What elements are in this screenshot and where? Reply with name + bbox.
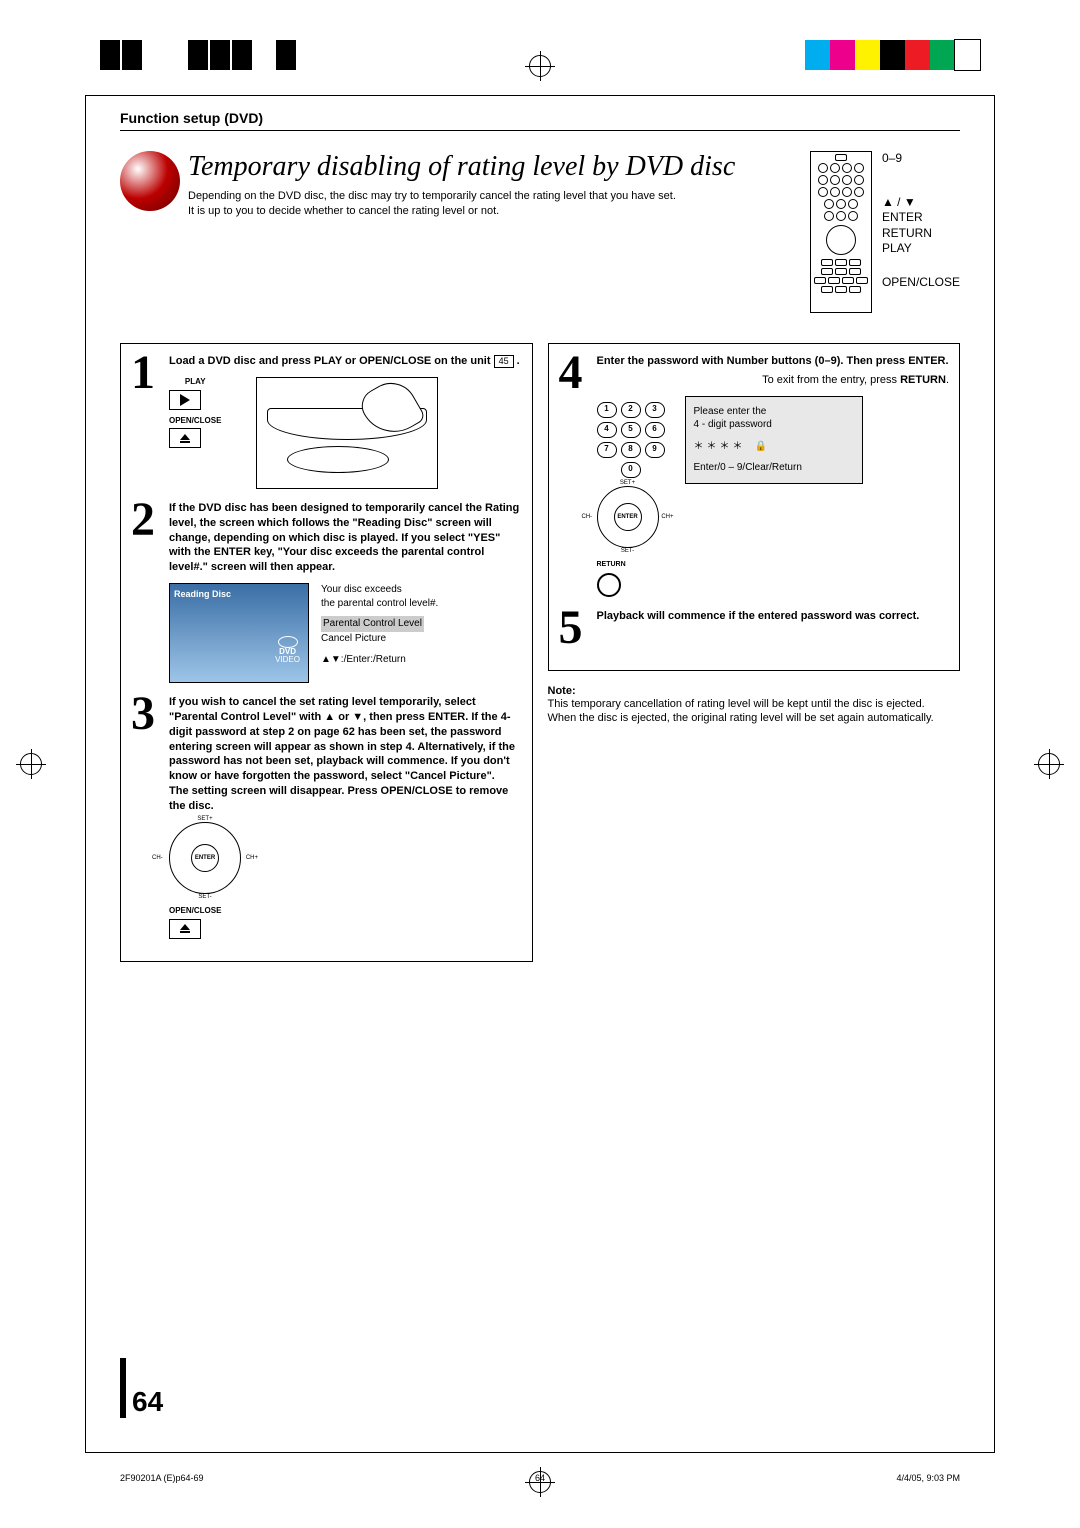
step-4: 4 Enter the password with Number buttons… bbox=[559, 354, 950, 597]
step-number: 2 bbox=[131, 501, 161, 683]
eject-button-icon bbox=[169, 428, 201, 448]
disc-tray-illustration bbox=[256, 377, 438, 489]
label-openclose: OPEN/CLOSE bbox=[882, 275, 960, 291]
label-arrows: ▲ / ▼ bbox=[882, 195, 960, 211]
openclose-label: OPEN/CLOSE bbox=[169, 416, 221, 427]
remote-labels: 0–9 ▲ / ▼ ENTER RETURN PLAY OPEN/CLOSE bbox=[882, 151, 960, 291]
footer-mid: 64 bbox=[400, 1473, 680, 1483]
number-pad-diagram: 123 456 789 0 bbox=[597, 402, 665, 478]
label-return: RETURN bbox=[882, 226, 960, 242]
crop-mark-top bbox=[529, 55, 551, 77]
page-number: 64 bbox=[120, 1358, 163, 1418]
eject-button-icon bbox=[169, 919, 201, 939]
step-2: 2 If the DVD disc has been designed to t… bbox=[131, 501, 522, 683]
return-label: RETURN bbox=[597, 560, 665, 569]
play-label: PLAY bbox=[169, 377, 221, 388]
remote-control-diagram bbox=[810, 151, 872, 313]
step-1: 1 Load a DVD disc and press PLAY or OPEN… bbox=[131, 354, 522, 489]
crop-mark-left bbox=[20, 753, 42, 775]
footer-left: 2F90201A (E)p64-69 bbox=[120, 1473, 400, 1483]
decorative-sphere bbox=[120, 151, 180, 211]
footer: 2F90201A (E)p64-69 64 4/4/05, 9:03 PM bbox=[120, 1473, 960, 1483]
step-5: 5 Playback will commence if the entered … bbox=[559, 609, 950, 647]
step-number: 1 bbox=[131, 354, 161, 489]
footer-right: 4/4/05, 9:03 PM bbox=[680, 1473, 960, 1483]
label-enter: ENTER bbox=[882, 210, 960, 226]
label-play: PLAY bbox=[882, 241, 960, 257]
step-number: 5 bbox=[559, 609, 589, 647]
section-header: Function setup (DVD) bbox=[120, 110, 960, 131]
reading-disc-screen: Reading Disc DVD VIDEO bbox=[169, 583, 309, 683]
return-button-icon bbox=[597, 573, 621, 597]
dpad-diagram: SET+ SET- CH- CH+ ENTER bbox=[169, 822, 241, 894]
exceeds-level-dialog: Your disc exceeds the parental control l… bbox=[321, 583, 438, 683]
page-title: Temporary disabling of rating level by D… bbox=[120, 151, 790, 183]
step-number: 4 bbox=[559, 354, 589, 597]
play-button-icon bbox=[169, 390, 201, 410]
openclose-label: OPEN/CLOSE bbox=[169, 906, 522, 917]
note-section: Note: This temporary cancellation of rat… bbox=[548, 685, 961, 727]
dpad-diagram: SET+ SET- CH- CH+ ENTER bbox=[597, 486, 659, 548]
label-numbers: 0–9 bbox=[882, 151, 960, 167]
step-number: 3 bbox=[131, 695, 161, 939]
step-3: 3 If you wish to cancel the set rating l… bbox=[131, 695, 522, 939]
intro-text: Depending on the DVD disc, the disc may … bbox=[120, 189, 790, 220]
password-dialog: Please enter the 4 - digit password ＊＊＊＊… bbox=[685, 396, 863, 484]
crop-mark-right bbox=[1038, 753, 1060, 775]
